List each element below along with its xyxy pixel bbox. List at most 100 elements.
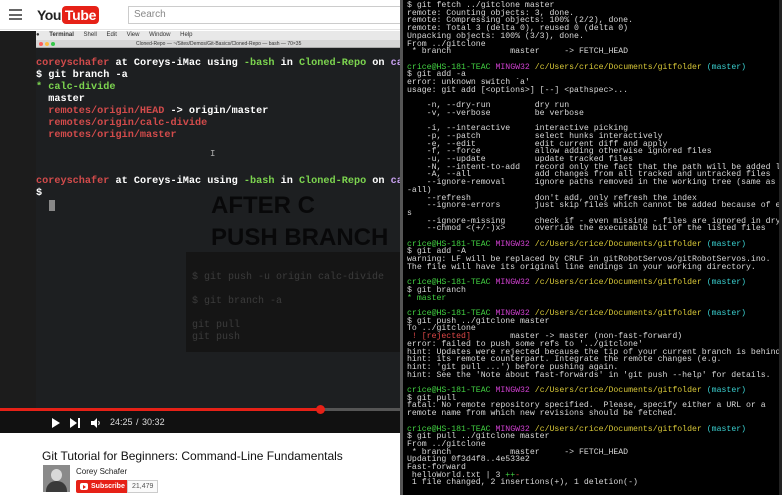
prompt-shell: -bash bbox=[243, 176, 275, 187]
prompt-line-2: coreyschafer at Coreys-iMac using -bash … bbox=[36, 176, 400, 187]
menu-window: Window bbox=[149, 32, 171, 38]
output-line: 1 file changed, 2 insertions(+), 1 delet… bbox=[407, 478, 638, 488]
prompt-on: on bbox=[366, 58, 391, 69]
prompt-path: /c/Users/crice/Documents/gitfolder bbox=[534, 386, 702, 395]
time-total: 30:32 bbox=[142, 417, 165, 427]
output-line: remote name from which new revisions sho… bbox=[407, 409, 678, 419]
prompt-branch: calc-di bbox=[390, 176, 400, 187]
prompt-path: /c/Users/crice/Documents/gitfolder bbox=[534, 239, 702, 249]
menu-edit: Edit bbox=[106, 32, 117, 38]
prompt-dir: Cloned-Repo bbox=[298, 58, 367, 69]
channel-name[interactable]: Corey Schafer bbox=[76, 467, 127, 476]
logo-tube-text: Tube bbox=[61, 6, 100, 24]
prompt-branch: (master) bbox=[706, 62, 747, 72]
volume-icon[interactable] bbox=[91, 418, 101, 428]
prompt-branch: (master) bbox=[706, 309, 747, 318]
search-input[interactable]: Search bbox=[128, 6, 400, 24]
branch-current: * calc-divide bbox=[36, 82, 116, 93]
overlay-command-box: $ git push -u origin calc-divide $ git b… bbox=[186, 252, 400, 352]
overlay-title-line1: AFTER C bbox=[211, 192, 315, 219]
current-branch: * master bbox=[407, 293, 447, 303]
video-title: Git Tutorial for Beginners: Command-Line… bbox=[42, 449, 343, 463]
mac-menu-bar: ● Terminal Shell Edit View Window Help bbox=[36, 31, 400, 40]
prompt-path: /c/Users/crice/Documents/gitfolder bbox=[534, 309, 702, 318]
overlay-cmd-1: $ git push -u origin calc-divide bbox=[192, 272, 385, 283]
output-line: * branch master -> FETCH_HEAD bbox=[407, 47, 629, 57]
apple-icon: ● bbox=[36, 32, 40, 38]
next-icon[interactable] bbox=[70, 418, 80, 428]
close-dot-icon bbox=[39, 42, 43, 46]
logo-you-text: You bbox=[37, 7, 61, 23]
ibeam-cursor-icon: I bbox=[210, 149, 216, 159]
progress-scrubber[interactable] bbox=[316, 405, 325, 414]
prompt-branch: (master) bbox=[706, 278, 747, 288]
maximize-dot-icon bbox=[51, 42, 55, 46]
output-line: --ignore-errors just skip files which ca… bbox=[407, 201, 782, 211]
prompt-path: /c/Users/crice/Documents/gitfolder bbox=[534, 278, 702, 288]
prompt-in: in bbox=[274, 58, 299, 69]
menu-terminal: Terminal bbox=[49, 32, 74, 38]
remote-calc: remotes/origin/calc-divide bbox=[36, 118, 208, 129]
prompt-branch: (master) bbox=[706, 386, 747, 395]
terminal-cursor bbox=[49, 200, 55, 211]
subscribe-button[interactable]: Subscribe bbox=[76, 480, 130, 493]
prompt-on: on bbox=[366, 176, 391, 187]
player-controls: 24:25 / 30:32 bbox=[0, 405, 400, 433]
prompt-line-1: coreyschafer at Coreys-iMac using -bash … bbox=[36, 58, 400, 69]
progress-bar[interactable] bbox=[0, 405, 400, 414]
overlay-title-line2: PUSH BRANCH bbox=[211, 224, 389, 251]
prompt-using: using bbox=[201, 58, 244, 69]
overlay-cmd-2: $ git branch -a bbox=[192, 296, 283, 307]
prompt-system: MINGW32 bbox=[495, 62, 530, 72]
subscriber-count: 21,479 bbox=[127, 480, 159, 493]
command-line-1: $ git branch -a bbox=[36, 70, 128, 81]
remote-master: remotes/origin/master bbox=[36, 130, 177, 141]
prompt-branch: calc-di bbox=[390, 58, 400, 69]
youtube-header: You Tube Search bbox=[0, 0, 400, 30]
video-terminal: coreyschafer at Coreys-iMac using -bash … bbox=[36, 48, 400, 412]
prompt-path: /c/Users/crice/Documents/gitfolder bbox=[534, 62, 702, 72]
menu-shell: Shell bbox=[83, 32, 97, 38]
prompt-user: coreyschafer bbox=[36, 58, 110, 69]
prompt-dir: Cloned-Repo bbox=[298, 176, 367, 187]
prompt-at: at bbox=[109, 176, 134, 187]
output-line: The file will have its original line end… bbox=[407, 262, 756, 272]
minimize-dot-icon bbox=[45, 42, 49, 46]
remote-head-arrow: -> origin/master bbox=[164, 106, 269, 117]
progress-fill bbox=[0, 408, 320, 411]
prompt-host: Coreys-iMac bbox=[133, 176, 202, 187]
prompt-path: /c/Users/crice/Documents/gitfolder bbox=[534, 424, 702, 434]
channel-avatar[interactable] bbox=[43, 465, 70, 492]
prompt-host: Coreys-iMac bbox=[133, 58, 202, 69]
overlay-title: AFTER C PUSH BRANCH bbox=[211, 190, 400, 254]
prompt-system: MINGW32 bbox=[495, 386, 530, 395]
time-separator: / bbox=[133, 417, 142, 427]
prompt-at: at bbox=[109, 58, 134, 69]
output-line: --chmod <(+/-)x> override the executable… bbox=[407, 224, 766, 234]
output-line: --ignore-removal ignore paths removed in… bbox=[407, 178, 782, 188]
prompt-in: in bbox=[274, 176, 299, 187]
branch-line: * master bbox=[407, 294, 446, 303]
prompt-system: MINGW32 bbox=[495, 239, 530, 249]
prompt-branch: (master) bbox=[706, 424, 747, 434]
menu-help: Help bbox=[180, 32, 193, 38]
output-line: hint: See the 'Note about fast-forwards'… bbox=[407, 370, 771, 380]
play-button[interactable] bbox=[52, 418, 60, 428]
video-player[interactable]: ● Terminal Shell Edit View Window Help C… bbox=[0, 31, 400, 433]
hamburger-menu-icon[interactable] bbox=[9, 9, 22, 20]
prompt-line: crice@HS-181-TEAC MINGW32 /c/Users/crice… bbox=[407, 386, 746, 395]
youtube-play-icon bbox=[80, 483, 88, 490]
prompt-branch: (master) bbox=[706, 239, 747, 249]
prompt-system: MINGW32 bbox=[495, 278, 530, 288]
remote-head-line: remotes/origin/HEAD -> origin/master bbox=[36, 106, 268, 117]
prompt-symbol: $ bbox=[36, 188, 43, 199]
time-display: 24:25 / 30:32 bbox=[110, 417, 165, 427]
git-bash-terminal[interactable]: $ git fetch ../gitclone master remote: Co… bbox=[400, 0, 782, 495]
youtube-logo[interactable]: You Tube bbox=[37, 6, 100, 24]
time-current: 24:25 bbox=[110, 417, 133, 427]
prompt-user: coreyschafer bbox=[36, 176, 110, 187]
output-line: usage: git add [<options>] [--] <pathspe… bbox=[407, 85, 629, 95]
remote-head: remotes/origin/HEAD bbox=[36, 106, 165, 117]
prompt-using: using bbox=[201, 176, 244, 187]
branch-master: master bbox=[36, 94, 85, 105]
